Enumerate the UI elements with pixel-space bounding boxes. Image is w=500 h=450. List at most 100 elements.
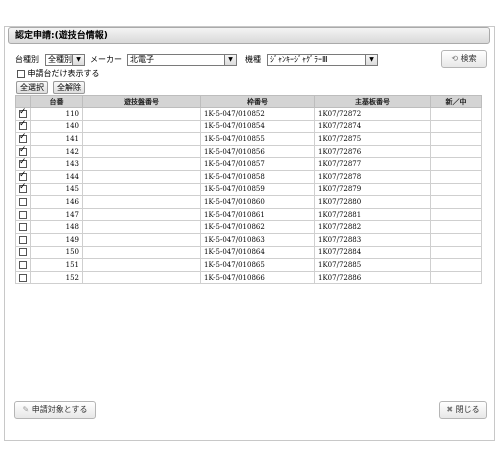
- row-checkbox-cell: [15, 232, 31, 247]
- row-main-board-number: 1K07/72872: [314, 107, 431, 121]
- col-number-header: 台番: [30, 95, 83, 108]
- col-board-header: 遊技盤番号: [82, 95, 201, 108]
- row-frame-number: 1K-5-047/010858: [200, 169, 315, 184]
- row-main-board-number: 1K07/72879: [314, 182, 431, 197]
- row-checkbox-cell: [15, 270, 31, 285]
- row-status: [430, 245, 482, 260]
- table-row[interactable]: 144 1K-5-047/0108581K07/72878: [15, 169, 482, 184]
- row-checkbox[interactable]: [19, 273, 27, 282]
- maker-select-value: 北電子: [130, 55, 154, 64]
- row-board-number: [82, 157, 201, 171]
- row-number: 149: [30, 232, 83, 247]
- row-number: 147: [30, 207, 83, 222]
- row-board-number: [82, 144, 201, 159]
- close-button[interactable]: ✖ 閉じる: [439, 401, 487, 419]
- apply-button-label: 申請対象とする: [31, 405, 88, 414]
- table-row[interactable]: 149 1K-5-047/010863 1K07/72883: [15, 232, 482, 247]
- row-checkbox[interactable]: [19, 197, 27, 206]
- row-number: 110: [30, 107, 83, 121]
- table-row[interactable]: 151 1K-5-047/010865 1K07/72885: [15, 258, 482, 272]
- row-checkbox-cell: [15, 145, 31, 159]
- chevron-down-icon: ▼: [365, 55, 377, 65]
- row-status: [430, 132, 482, 146]
- table-row[interactable]: 148 1K-5-047/010862 1K07/72882: [15, 220, 482, 234]
- row-main-board-number: 1K07/72880: [314, 195, 431, 209]
- kind-select[interactable]: 全種別 ▼: [45, 54, 85, 66]
- select-all-button[interactable]: 全選択: [16, 81, 48, 94]
- row-frame-number: 1K-5-047/010861: [200, 207, 315, 222]
- table-row[interactable]: 146 1K-5-047/010860 1K07/72880: [15, 195, 482, 209]
- table-row[interactable]: 141 1K-5-047/0108551K07/72875: [15, 132, 482, 146]
- model-select[interactable]: ｼﾞｬﾝｷｰｼﾞｬｸﾞﾗｰⅢ ▼: [267, 54, 378, 66]
- chevron-down-icon: ▼: [72, 55, 84, 65]
- row-number: 143: [30, 157, 83, 171]
- row-board-number: [82, 132, 201, 146]
- row-checkbox[interactable]: [19, 248, 27, 257]
- row-board-number: [82, 220, 201, 234]
- row-frame-number: 1K-5-047/010860: [200, 195, 315, 209]
- row-status: [430, 144, 482, 159]
- row-main-board-number: 1K07/72881: [314, 207, 431, 222]
- row-checkbox[interactable]: [19, 119, 27, 131]
- row-checkbox[interactable]: [19, 132, 27, 143]
- row-board-number: [82, 119, 201, 134]
- row-status: [430, 207, 482, 222]
- row-frame-number: 1K-5-047/010862: [200, 220, 315, 234]
- table-row[interactable]: 140 1K-5-047/0108541K07/72874: [15, 119, 482, 134]
- row-number: 144: [30, 169, 83, 184]
- row-main-board-number: 1K07/72886: [314, 270, 431, 285]
- table-row[interactable]: 152 1K-5-047/010866 1K07/72886: [15, 270, 482, 285]
- table-header-row: 台番 遊技盤番号 枠番号 主基板番号 新／中: [15, 95, 482, 108]
- table-row[interactable]: 142 1K-5-047/0108561K07/72876: [15, 144, 482, 159]
- pencil-icon: ✎: [22, 405, 30, 414]
- row-status: [430, 157, 482, 171]
- table-row[interactable]: 110 1K-5-047/0108521K07/72872: [15, 107, 482, 121]
- row-frame-number: 1K-5-047/010854: [200, 119, 315, 134]
- close-icon: ✖: [446, 405, 454, 414]
- row-status: [430, 258, 482, 272]
- row-main-board-number: 1K07/72874: [314, 119, 431, 134]
- table-row[interactable]: 150 1K-5-047/010864 1K07/72884: [15, 245, 482, 260]
- col-check-header: [15, 95, 31, 108]
- row-checkbox[interactable]: [19, 107, 27, 118]
- only-applying-option[interactable]: 申請台だけ表示する: [17, 69, 100, 80]
- row-checkbox-cell: [15, 182, 31, 197]
- apply-button[interactable]: ✎ 申請対象とする: [14, 401, 96, 419]
- row-number: 146: [30, 195, 83, 209]
- row-checkbox-cell: [15, 207, 31, 222]
- row-checkbox[interactable]: [19, 210, 27, 219]
- row-status: [430, 270, 482, 285]
- only-applying-checkbox[interactable]: [17, 70, 25, 78]
- row-checkbox[interactable]: [19, 223, 27, 232]
- row-status: [430, 182, 482, 197]
- row-status: [430, 195, 482, 209]
- table-row[interactable]: 143 1K-5-047/0108571K07/72877: [15, 157, 482, 171]
- row-checkbox-cell: [15, 258, 31, 272]
- search-button[interactable]: ⟲ 検索: [441, 50, 487, 68]
- row-number: 152: [30, 270, 83, 285]
- table-row[interactable]: 145 1K-5-047/0108591K07/72879: [15, 182, 482, 197]
- maker-select[interactable]: 北電子 ▼: [127, 54, 237, 66]
- row-checkbox-cell: [15, 132, 31, 146]
- row-checkbox-cell: [15, 107, 31, 121]
- row-main-board-number: 1K07/72877: [314, 157, 431, 171]
- row-board-number: [82, 258, 201, 272]
- table-row[interactable]: 147 1K-5-047/010861 1K07/72881: [15, 207, 482, 222]
- row-frame-number: 1K-5-047/010864: [200, 245, 315, 260]
- row-frame-number: 1K-5-047/010855: [200, 132, 315, 146]
- row-checkbox[interactable]: [19, 170, 27, 181]
- row-status: [430, 107, 482, 121]
- row-status: [430, 119, 482, 134]
- row-checkbox[interactable]: [19, 182, 27, 194]
- row-checkbox[interactable]: [19, 260, 27, 269]
- chevron-down-icon: ▼: [224, 55, 236, 65]
- row-checkbox-cell: [15, 170, 31, 184]
- row-checkbox[interactable]: [19, 235, 27, 244]
- row-board-number: [82, 245, 201, 260]
- row-number: 140: [30, 119, 83, 134]
- row-checkbox[interactable]: [19, 145, 27, 156]
- row-checkbox[interactable]: [19, 157, 27, 169]
- row-checkbox-cell: [15, 245, 31, 260]
- deselect-all-button[interactable]: 全解除: [53, 81, 85, 94]
- row-main-board-number: 1K07/72878: [314, 169, 431, 184]
